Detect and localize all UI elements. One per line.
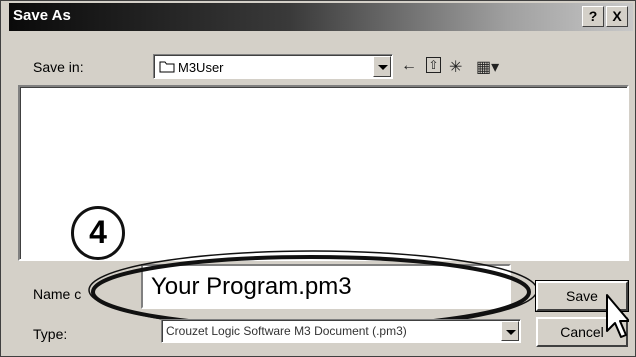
file-name-label: Name c <box>33 286 82 302</box>
save-in-value: M3User <box>178 60 224 75</box>
save-in-dropdown[interactable]: M3User <box>153 54 393 79</box>
save-in-label: Save in: <box>33 59 84 75</box>
file-type-dropdown[interactable]: Crouzet Logic Software M3 Document (.pm3… <box>161 319 521 343</box>
dropdown-arrow-icon[interactable] <box>373 56 391 77</box>
mouse-cursor-icon <box>606 294 629 338</box>
back-icon[interactable]: ← <box>401 57 417 75</box>
folder-icon <box>159 61 175 73</box>
file-type-value: Crouzet Logic Software M3 Document (.pm3… <box>166 324 407 338</box>
save-as-dialog: Save As ? X Save in: M3User ← ⇧ ✳ ▦▾ 4 N… <box>0 0 636 357</box>
file-type-label: Type: <box>33 326 68 342</box>
view-menu-icon[interactable]: ▦▾ <box>476 57 499 77</box>
close-button[interactable]: X <box>606 6 628 27</box>
title-bar: Save As ? X <box>9 3 633 31</box>
new-folder-icon[interactable]: ✳ <box>449 57 462 77</box>
help-button[interactable]: ? <box>582 6 604 27</box>
dialog-title: Save As <box>13 7 71 24</box>
dropdown-arrow-icon[interactable] <box>501 321 519 341</box>
up-folder-icon[interactable]: ⇧ <box>426 57 441 73</box>
